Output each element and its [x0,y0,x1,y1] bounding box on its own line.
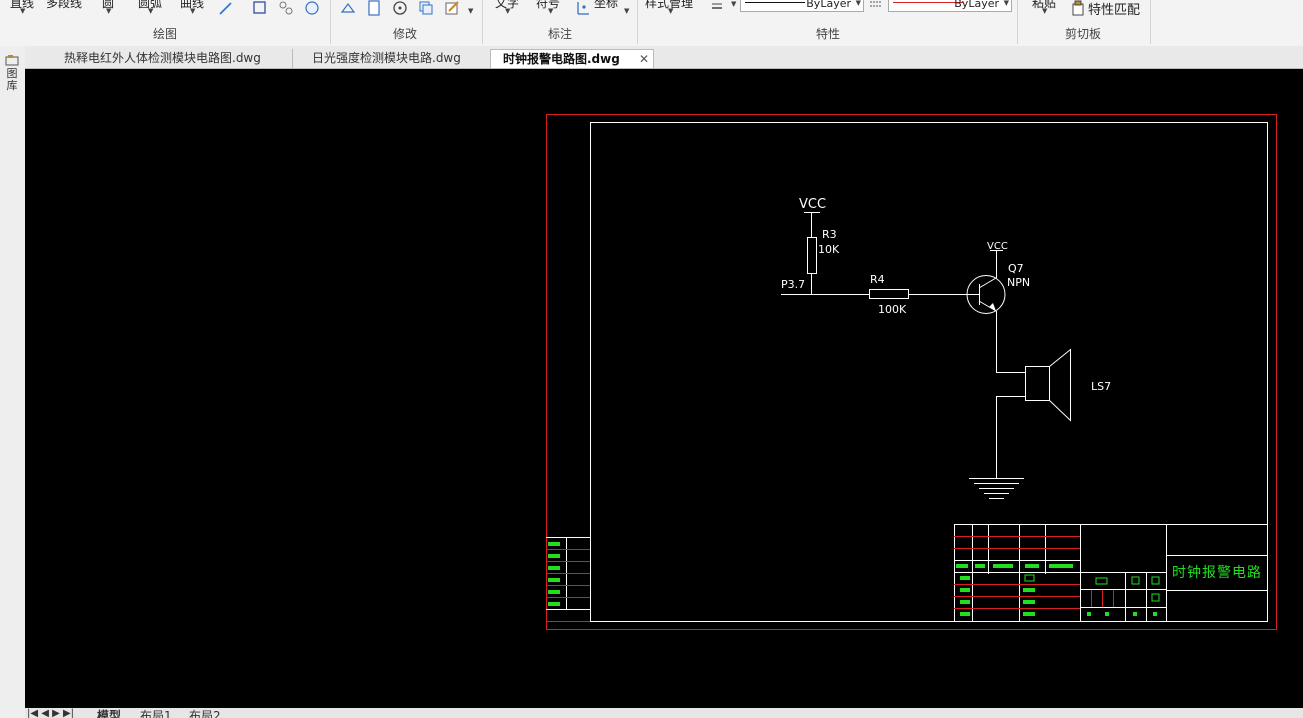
annotation-group-label: 标注 [547,27,572,41]
match-properties-icon[interactable] [1070,0,1086,16]
linetype-select[interactable]: ByLayer ▼ [740,0,864,12]
linetype-value: ByLayer [806,0,851,10]
q-name-label: Q7 [1008,262,1024,275]
match-properties-button[interactable]: 特性匹配 [1088,0,1140,18]
hatch-icon[interactable] [278,0,294,16]
coordinate-icon[interactable] [575,0,591,16]
port-label: P3.7 [781,278,805,291]
draw-group-label: 绘图 [152,27,177,41]
tab-label: 日光强度检测模块电路.dwg [312,51,461,65]
r3-value-label: 10K [818,243,840,256]
ribbon: 直线 ▼ 多段线 圆 ▼ 圆弧 ▼ 曲线 ▼ ▼ 文字 ▼ 符号 ▼ 坐标 ▼ … [0,0,1303,47]
emitter-arrow [989,303,996,311]
inner-border [590,122,1268,622]
text-dropdown-arrow[interactable]: ▼ [505,7,510,15]
vcc-q-label: VCC [987,241,1008,252]
library-sidebar[interactable]: 图库 [0,46,26,718]
region-icon[interactable] [304,0,320,16]
library-icon[interactable] [5,54,19,66]
vcc-top-label: VCC [799,197,826,212]
drawing-title: 时钟报警电路 [1172,564,1262,581]
resistor-r3 [807,237,817,274]
title-block: 时钟报警电路 [954,524,1267,621]
rectangle-icon[interactable] [252,0,268,16]
symbol-dropdown-arrow[interactable]: ▼ [548,7,553,15]
copy-icon[interactable] [418,0,434,16]
draw-line-icon[interactable] [218,0,234,16]
line-dropdown-arrow[interactable]: ▼ [20,7,25,15]
rotate-icon[interactable] [392,0,408,16]
tab-nav-arrows[interactable]: |◀ ◀ ▶ ▶| [27,708,74,718]
drawing-svg: 时钟报警电路 VCC R3 10K P3.7 R4 100K VCC Q7 NP… [546,114,1277,630]
lineweight-icon[interactable] [710,0,726,16]
tab-layout1[interactable]: 布局1 [140,708,172,718]
paste-dropdown-arrow[interactable]: ▼ [1042,7,1047,15]
document-tabs: 热释电红外人体检测模块电路图.dwg 日光强度检测模块电路.dwg 时钟报警电路… [25,46,1303,69]
color-value: ByLayer [954,0,999,10]
group-separator [1017,0,1018,44]
tab-label: 热释电红外人体检测模块电路图.dwg [64,51,261,65]
library-label[interactable]: 图库 [4,68,20,92]
edit-dropdown-arrow[interactable]: ▼ [468,7,473,15]
stretch-icon[interactable] [340,0,356,16]
side-table [546,537,590,622]
edit-icon[interactable] [444,0,460,16]
layout-tabs: |◀ ◀ ▶ ▶| 模型 布局1 布局2 [25,708,1303,718]
r4-name-label: R4 [870,273,885,286]
speaker-ls7 [1025,366,1050,401]
r4-value-label: 100K [878,303,907,316]
group-separator [637,0,638,44]
tab-document-3[interactable]: 时钟报警电路图.dwg ✕ [490,49,654,68]
chevron-down-icon: ▼ [855,0,861,7]
circle-dropdown-arrow[interactable]: ▼ [106,7,111,15]
group-separator [1150,0,1151,44]
polyline-button[interactable]: 多段线 [46,0,82,11]
resistor-r4 [869,289,909,299]
properties-group-label: 特性 [815,27,840,41]
curve-dropdown-arrow[interactable]: ▼ [190,7,195,15]
drawing-canvas[interactable]: 时钟报警电路 VCC R3 10K P3.7 R4 100K VCC Q7 NP… [25,69,1303,708]
tab-document-2[interactable]: 日光强度检测模块电路.dwg [292,49,490,68]
coordinate-button[interactable]: 坐标 [594,0,618,11]
tab-model[interactable]: 模型 [97,708,121,718]
arc-dropdown-arrow[interactable]: ▼ [148,7,153,15]
tab-label: 时钟报警电路图.dwg [503,52,620,66]
q-type-label: NPN [1007,276,1030,289]
clipboard-group-label: 剪切板 [1064,27,1101,41]
tab-layout2[interactable]: 布局2 [189,708,221,718]
line-pattern-icon[interactable] [868,0,884,14]
group-separator [330,0,331,44]
group-separator [482,0,483,44]
coordinate-dropdown-arrow[interactable]: ▼ [624,7,629,15]
speaker-label: LS7 [1091,380,1111,393]
lineweight-dropdown-arrow[interactable]: ▼ [731,0,736,8]
style-manager-dropdown-arrow[interactable]: ▼ [668,7,673,15]
document-icon[interactable] [366,0,382,16]
color-select[interactable]: ByLayer ▼ [888,0,1012,12]
tab-document-1[interactable]: 热释电红外人体检测模块电路图.dwg [42,49,292,68]
modify-group-label: 修改 [392,27,417,41]
r3-name-label: R3 [822,228,837,241]
chevron-down-icon: ▼ [1003,0,1009,7]
close-icon[interactable]: ✕ [639,50,649,69]
